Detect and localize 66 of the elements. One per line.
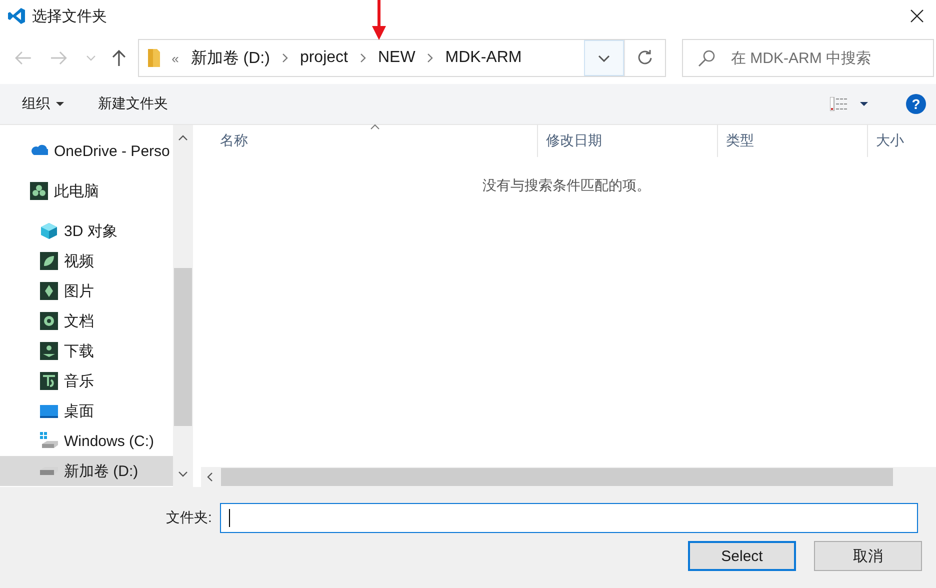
help-button[interactable]: ? xyxy=(906,94,926,114)
folder-label: 文件夹: xyxy=(166,509,212,527)
download-folder-icon xyxy=(40,342,58,360)
breadcrumb-item[interactable]: 新加卷 (D:) xyxy=(190,48,270,68)
empty-message: 没有与搜索条件匹配的项。 xyxy=(482,177,652,195)
chevron-right-icon xyxy=(427,53,434,63)
sidebar-item[interactable]: Windows (C:) xyxy=(0,426,173,456)
vertical-scrollbar[interactable] xyxy=(173,125,193,487)
scrollbar-thumb[interactable] xyxy=(174,268,192,426)
up-arrow-icon[interactable] xyxy=(112,49,126,67)
video-folder-icon xyxy=(40,252,58,270)
select-button[interactable]: Select xyxy=(688,541,796,571)
dropdown-triangle-icon xyxy=(56,102,64,106)
music-folder-icon xyxy=(40,372,58,390)
folder-icon xyxy=(148,49,160,67)
details-view-icon xyxy=(830,97,848,111)
sidebar-item[interactable]: 下载 xyxy=(0,336,173,366)
overflow-chevron-icon[interactable]: « xyxy=(172,50,179,66)
document-folder-icon xyxy=(40,312,58,330)
scroll-down-icon xyxy=(178,471,188,477)
close-icon[interactable] xyxy=(910,9,924,23)
sidebar-item[interactable]: 文档 xyxy=(0,306,173,336)
sidebar-item[interactable]: OneDrive - Perso xyxy=(0,136,173,166)
scroll-left-icon xyxy=(207,472,213,482)
forward-arrow-icon[interactable] xyxy=(50,51,68,65)
chevron-right-icon xyxy=(282,53,288,63)
refresh-icon xyxy=(637,50,653,66)
organize-menu-button[interactable]: 组织 xyxy=(12,91,74,117)
window-title: 选择文件夹 xyxy=(32,6,107,26)
sidebar-item[interactable]: 3D 对象 xyxy=(0,216,173,246)
sort-ascending-icon xyxy=(370,124,380,130)
picture-folder-icon xyxy=(40,282,58,300)
back-arrow-icon[interactable] xyxy=(14,51,32,65)
horizontal-scrollbar[interactable] xyxy=(201,467,936,487)
dropdown-triangle-icon xyxy=(860,102,868,106)
breadcrumb-item[interactable]: NEW xyxy=(378,49,416,67)
sidebar-item[interactable]: 图片 xyxy=(0,276,173,306)
sidebar-item[interactable]: 新加卷 (D:) xyxy=(0,456,173,486)
cancel-button[interactable]: 取消 xyxy=(814,541,922,571)
address-bar[interactable]: « 新加卷 (D:) project NEW MDK-ARM xyxy=(138,39,666,77)
sidebar-item[interactable]: 视频 xyxy=(0,246,173,276)
search-icon xyxy=(698,49,716,67)
text-caret xyxy=(229,509,230,527)
chevron-down-icon[interactable] xyxy=(86,55,96,61)
column-header[interactable]: 名称 xyxy=(197,125,538,157)
column-header[interactable]: 修改日期 xyxy=(538,125,718,157)
sidebar-item[interactable]: 音乐 xyxy=(0,366,173,396)
search-field[interactable]: 在 MDK-ARM 中搜索 xyxy=(682,39,934,77)
breadcrumb-item[interactable]: project xyxy=(300,49,348,67)
app-logo-icon xyxy=(8,7,26,25)
breadcrumb-item[interactable]: MDK-ARM xyxy=(445,49,522,67)
system-drive-icon xyxy=(40,432,58,450)
annotation-arrow-icon xyxy=(372,0,386,40)
chevron-right-icon xyxy=(360,53,366,63)
scroll-up-icon xyxy=(178,135,188,141)
new-folder-button[interactable]: 新建文件夹 xyxy=(88,91,178,117)
chevron-down-icon xyxy=(598,54,610,62)
desktop-icon xyxy=(40,402,58,420)
computer-icon xyxy=(30,182,48,200)
scrollbar-thumb[interactable] xyxy=(221,468,893,486)
sidebar-item[interactable]: 此电脑 xyxy=(0,176,173,206)
cube-icon xyxy=(40,222,58,240)
column-header[interactable]: 大小 xyxy=(868,125,936,157)
folder-name-field[interactable] xyxy=(220,503,918,533)
column-header[interactable]: 类型 xyxy=(718,125,868,157)
sidebar-item[interactable]: 桌面 xyxy=(0,396,173,426)
